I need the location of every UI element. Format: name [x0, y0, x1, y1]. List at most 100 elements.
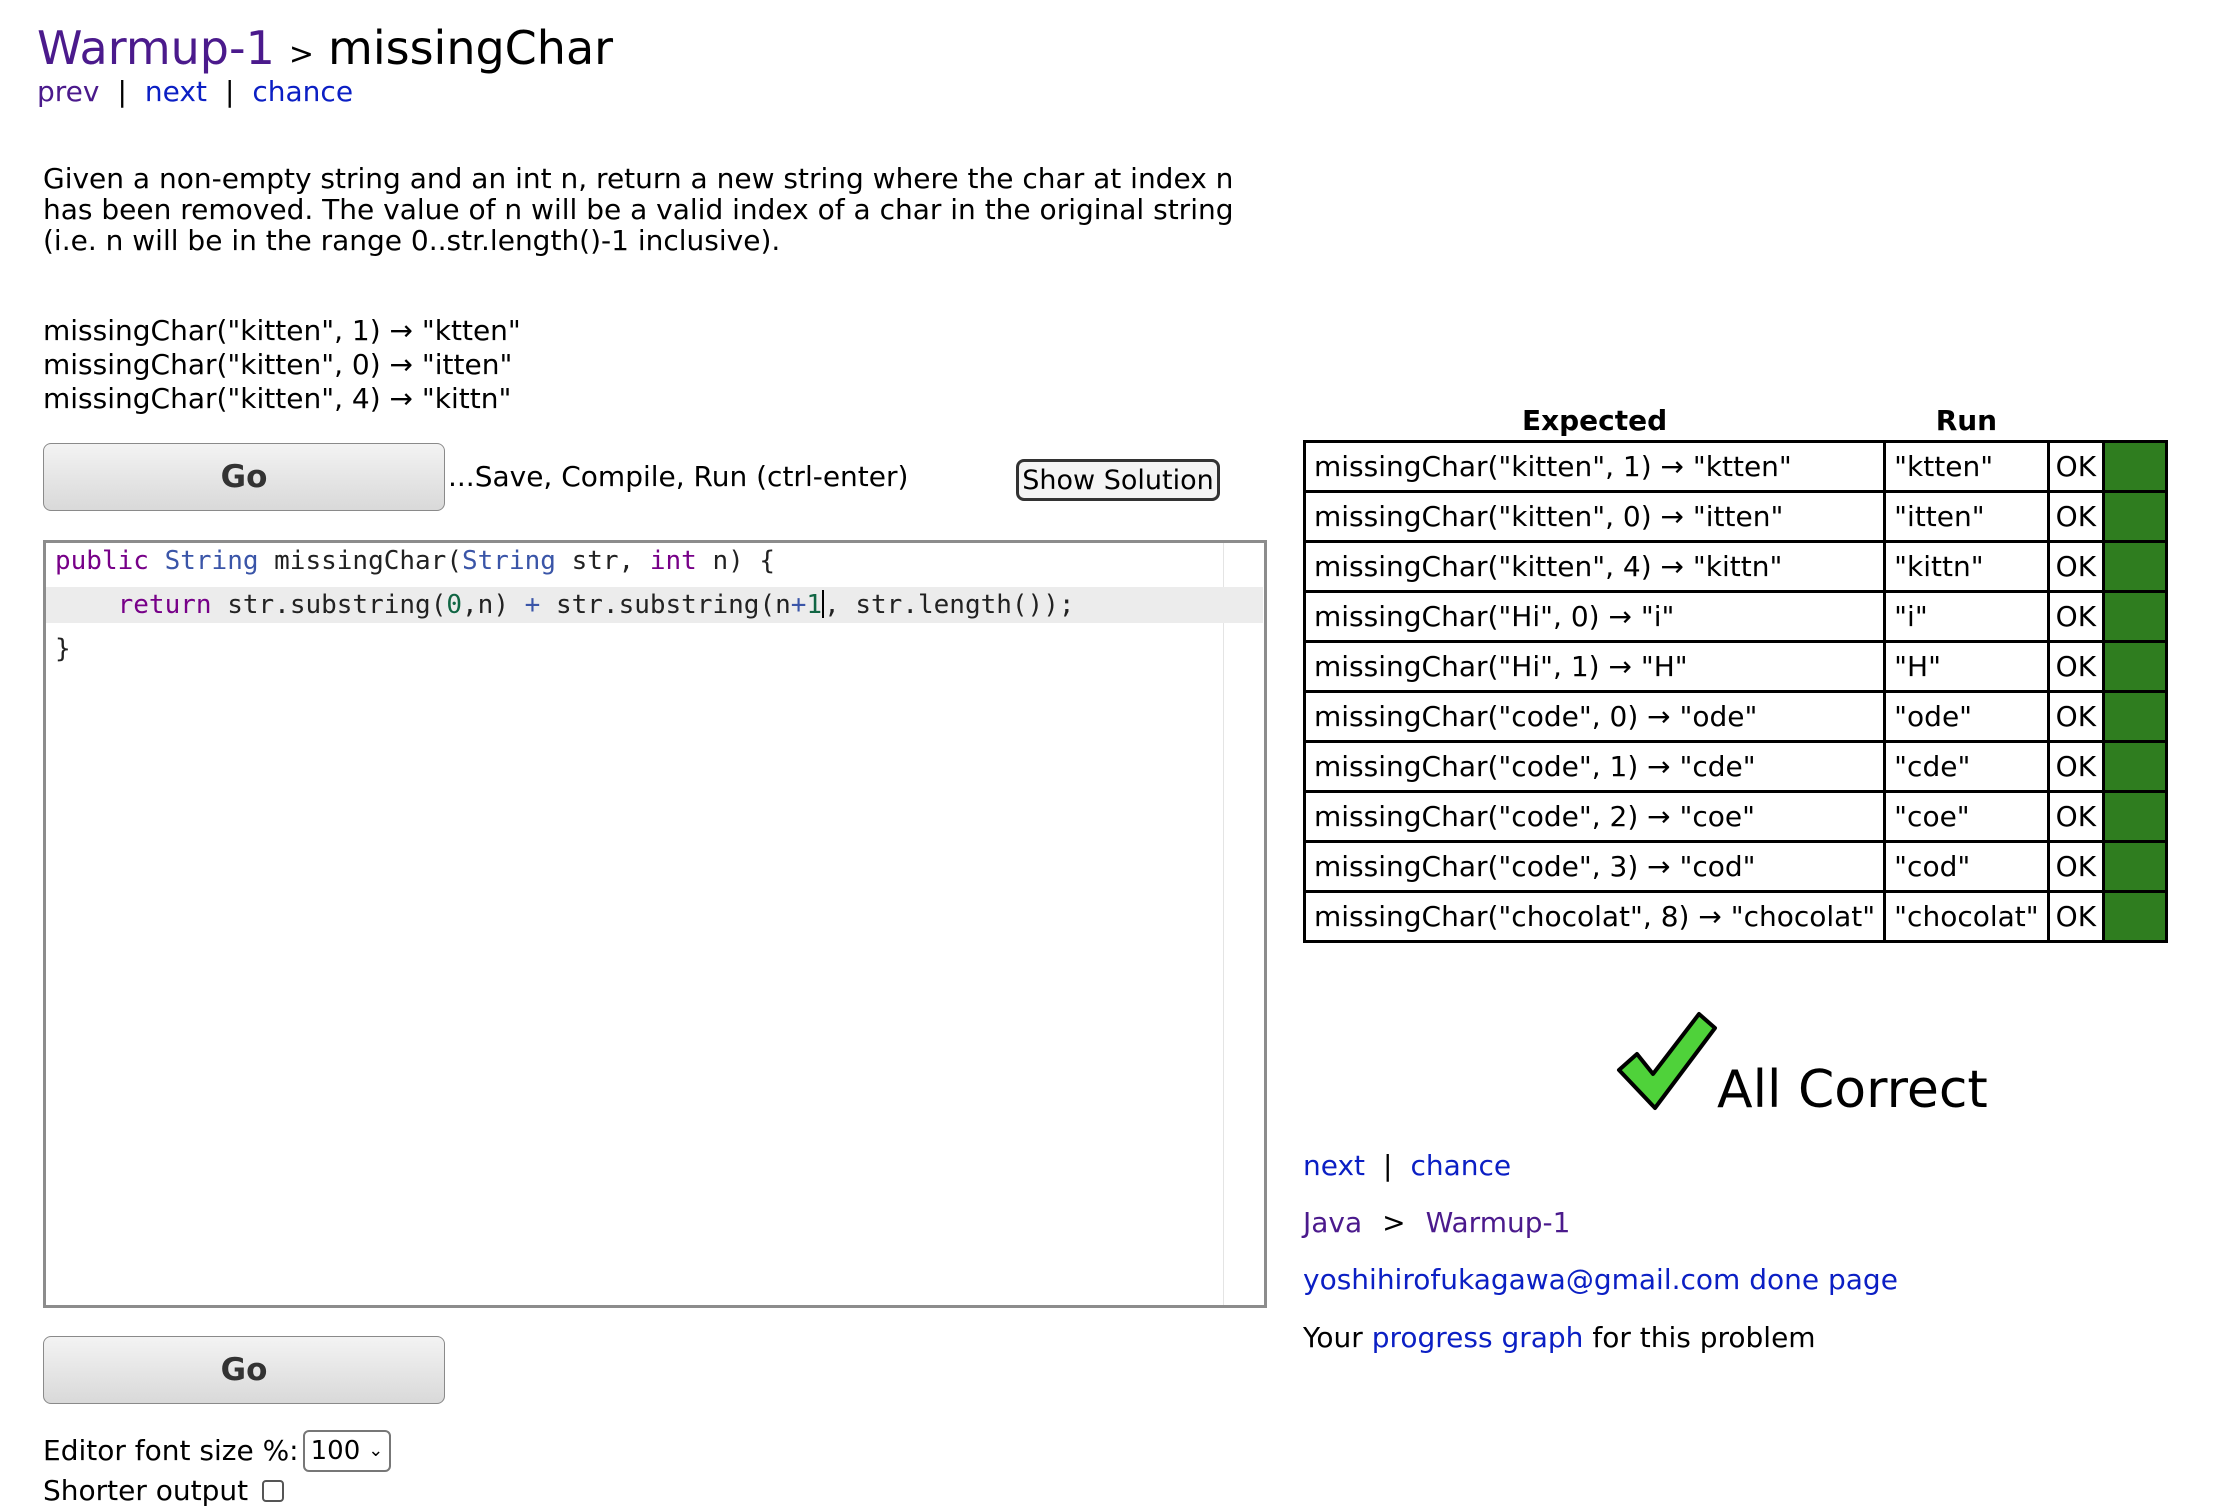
chance-link-bottom[interactable]: chance: [1410, 1149, 1511, 1182]
status-cell: OK: [2046, 840, 2106, 893]
expected-cell: missingChar("chocolat", 8) → "chocolat": [1302, 890, 1887, 943]
page: Warmup-1 > missingChar prev | next | chance Gi…: [0, 0, 2222, 1508]
pass-indicator: [2102, 740, 2169, 793]
breadcrumb-separator: >: [1382, 1206, 1406, 1239]
example-line: missingChar("kitten", 0) → "itten": [43, 348, 513, 381]
pass-indicator: [2102, 490, 2169, 543]
expected-cell: missingChar("kitten", 4) → "kittn": [1302, 540, 1887, 593]
nav-divider: |: [224, 75, 235, 108]
expected-cell: missingChar("kitten", 1) → "ktten": [1302, 440, 1887, 493]
run-cell: "cod": [1883, 840, 2050, 893]
progress-line: Your progress graph for this problem: [1303, 1321, 1816, 1354]
account-line: yoshihirofukagawa@gmail.com done page: [1303, 1260, 1898, 1300]
save-compile-run-label: ...Save, Compile, Run (ctrl-enter): [448, 460, 909, 493]
chevron-down-icon: ⌄: [368, 1440, 384, 1461]
table-row: missingChar("code", 1) → "cde" "cde" OK: [1302, 740, 2169, 793]
done-page-link[interactable]: done page: [1749, 1263, 1898, 1296]
shorter-output-setting: Shorter output: [43, 1473, 285, 1508]
status-cell: OK: [2046, 690, 2106, 743]
problem-description: Given a non-empty string and an int n, r…: [43, 162, 1234, 257]
run-cell: "ktten": [1883, 440, 2050, 493]
pass-indicator: [2102, 840, 2169, 893]
pass-indicator: [2102, 540, 2169, 593]
run-cell: "chocolat": [1883, 890, 2050, 943]
status-cell: OK: [2046, 890, 2106, 943]
shorter-output-checkbox[interactable]: [262, 1480, 285, 1502]
go-button-bottom[interactable]: Go: [43, 1336, 445, 1404]
nav-divider: |: [117, 75, 127, 108]
breadcrumb: Java > Warmup-1: [1303, 1203, 1570, 1243]
run-cell: "itten": [1883, 490, 2050, 543]
font-size-label: Editor font size %:: [43, 1434, 299, 1467]
expected-cell: missingChar("code", 1) → "cde": [1302, 740, 1887, 793]
run-cell: "H": [1883, 640, 2050, 693]
table-row: missingChar("code", 2) → "coe" "coe" OK: [1302, 790, 2169, 843]
status-cell: OK: [2046, 440, 2106, 493]
pass-indicator: [2102, 640, 2169, 693]
code-line: }: [55, 634, 71, 664]
font-size-select[interactable]: 100 ⌄: [302, 1430, 392, 1472]
status-cell: OK: [2046, 640, 2106, 693]
example-line: missingChar("kitten", 1) → "ktten": [43, 314, 521, 347]
code-line-active: return str.substring(0,n) + str.substrin…: [46, 587, 1263, 623]
shorter-output-label: Shorter output: [43, 1474, 249, 1507]
table-row: missingChar("chocolat", 8) → "chocolat" "…: [1302, 890, 2169, 943]
chance-link[interactable]: chance: [252, 75, 353, 108]
expected-header: Expected: [1521, 403, 1668, 437]
font-size-setting: Editor font size %: 100 ⌄: [43, 1430, 392, 1472]
expected-cell: missingChar("code", 0) → "ode": [1302, 690, 1887, 743]
status-cell: OK: [2046, 590, 2106, 643]
pass-indicator: [2102, 790, 2169, 843]
table-row: missingChar("kitten", 4) → "kittn" "kittn…: [1302, 540, 2169, 593]
table-row: missingChar("Hi", 0) → "i" "i" OK: [1302, 590, 2169, 643]
next-link[interactable]: next: [145, 75, 207, 108]
table-row: missingChar("code", 0) → "ode" "ode" OK: [1302, 690, 2169, 743]
example-line: missingChar("kitten", 4) → "kittn": [43, 382, 512, 415]
results-table: Expected Run missingChar("kitten", 1) → …: [1302, 400, 2169, 943]
pass-indicator: [2102, 890, 2169, 943]
nav-divider: |: [1383, 1149, 1393, 1182]
font-size-value: 100: [310, 1436, 361, 1466]
show-solution-button[interactable]: Show Solution: [1016, 459, 1220, 501]
status-cell: OK: [2046, 490, 2106, 543]
examples-list: missingChar("kitten", 1) → "ktten" missi…: [43, 314, 521, 416]
go-button[interactable]: Go: [43, 443, 445, 511]
pass-indicator: [2102, 690, 2169, 743]
table-row: missingChar("Hi", 1) → "H" "H" OK: [1302, 640, 2169, 693]
run-cell: "kittn": [1883, 540, 2050, 593]
problem-name: missingChar: [328, 21, 614, 75]
expected-cell: missingChar("Hi", 0) → "i": [1302, 590, 1887, 643]
run-cell: "ode": [1883, 690, 2050, 743]
expected-cell: missingChar("code", 2) → "coe": [1302, 790, 1887, 843]
account-email-link[interactable]: yoshihirofukagawa@gmail.com: [1303, 1263, 1740, 1296]
run-cell: "i": [1883, 590, 2050, 643]
expected-cell: missingChar("kitten", 0) → "itten": [1302, 490, 1887, 543]
section-link[interactable]: Warmup-1: [37, 21, 275, 75]
bottom-nav: next | chance: [1303, 1146, 1511, 1186]
code-line: public String missingChar(String str, in…: [55, 546, 776, 576]
progress-graph-link[interactable]: progress graph: [1372, 1321, 1584, 1354]
title-separator: >: [288, 37, 315, 72]
run-header: Run: [1935, 403, 1998, 437]
status-cell: OK: [2046, 540, 2106, 593]
table-row: missingChar("code", 3) → "cod" "cod" OK: [1302, 840, 2169, 893]
table-row: missingChar("kitten", 0) → "itten" "itten…: [1302, 490, 2169, 543]
breadcrumb-warmup[interactable]: Warmup-1: [1426, 1206, 1571, 1239]
table-row: missingChar("kitten", 1) → "ktten" "ktten…: [1302, 440, 2169, 493]
run-cell: "cde": [1883, 740, 2050, 793]
code-editor[interactable]: public String missingChar(String str, in…: [43, 540, 1267, 1308]
breadcrumb-java[interactable]: Java: [1303, 1206, 1362, 1239]
top-nav: prev | next | chance: [37, 72, 353, 112]
all-correct-text: All Correct: [1717, 1060, 1988, 1120]
status-cell: OK: [2046, 790, 2106, 843]
pass-indicator: [2102, 440, 2169, 493]
all-correct-banner: All Correct: [1615, 1008, 2015, 1120]
expected-cell: missingChar("Hi", 1) → "H": [1302, 640, 1887, 693]
prev-link[interactable]: prev: [37, 75, 99, 108]
pass-indicator: [2102, 590, 2169, 643]
next-link-bottom[interactable]: next: [1303, 1149, 1365, 1182]
run-cell: "coe": [1883, 790, 2050, 843]
checkmark-icon: [1617, 1012, 1717, 1110]
expected-cell: missingChar("code", 3) → "cod": [1302, 840, 1887, 893]
status-cell: OK: [2046, 740, 2106, 793]
